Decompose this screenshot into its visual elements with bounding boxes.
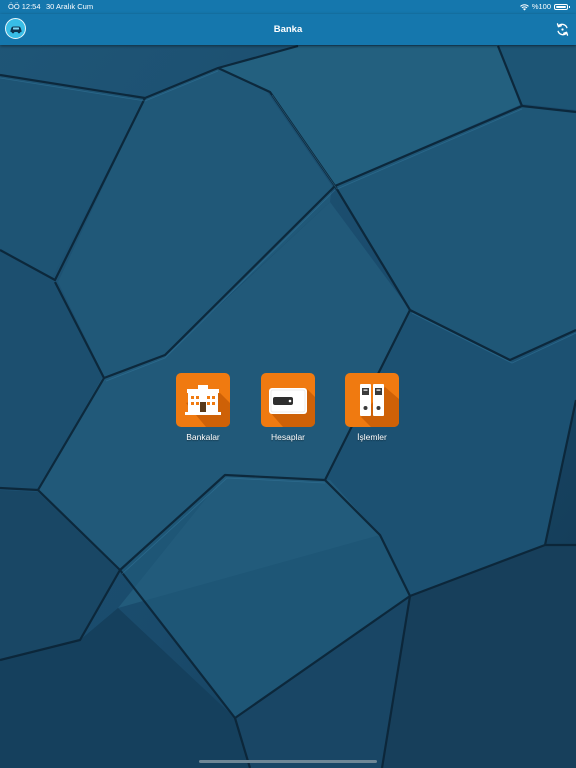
menu-label-islemler: İşlemler <box>357 432 387 442</box>
menu-label-hesaplar: Hesaplar <box>270 432 306 442</box>
hesaplar-tile[interactable] <box>261 373 315 427</box>
status-time: ÖÖ 12:54 <box>8 2 41 11</box>
refresh-button[interactable] <box>553 20 571 38</box>
status-date: 30 Aralık Cum <box>46 2 94 11</box>
battery-icon <box>554 4 570 10</box>
menu-label-bankalar: Bankalar <box>186 432 220 442</box>
wifi-icon <box>519 3 529 10</box>
binders-icon <box>360 384 384 416</box>
battery-percent: %100 <box>531 2 551 11</box>
status-indicators: %100 <box>519 0 570 14</box>
screen: ÖÖ 12:54 30 Aralık Cum %100 Banka Bankal… <box>0 0 576 768</box>
nav-bar: Banka <box>0 14 576 45</box>
bankalar-tile[interactable] <box>176 373 230 427</box>
status-bar: ÖÖ 12:54 30 Aralık Cum %100 <box>0 0 576 14</box>
islemler-tile[interactable] <box>345 373 399 427</box>
menu-item-hesaplar[interactable]: Hesaplar <box>248 373 328 442</box>
menu-item-islemler[interactable]: İşlemler <box>332 373 412 442</box>
wallet-icon <box>269 388 307 414</box>
main-menu: Bankalar Hesaplar İşlemler <box>0 373 576 453</box>
bank-building-icon <box>185 385 221 415</box>
menu-item-bankalar[interactable]: Bankalar <box>163 373 243 442</box>
page-title: Banka <box>273 24 303 35</box>
home-indicator[interactable] <box>199 760 377 763</box>
refresh-icon <box>556 22 568 36</box>
